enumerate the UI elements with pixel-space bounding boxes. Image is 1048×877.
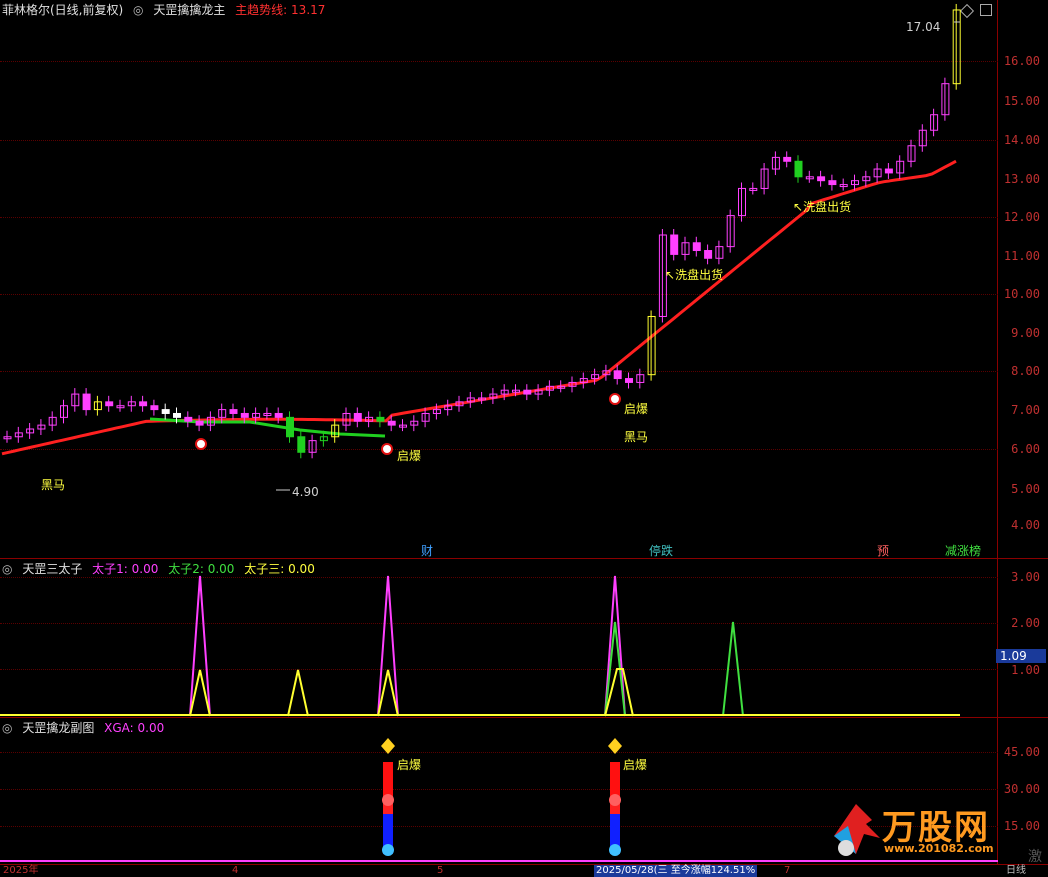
high-price-label: 17.04 [906, 20, 941, 34]
logo-arrow-icon [834, 804, 880, 856]
event-yu[interactable]: 预 [876, 542, 890, 559]
taizi2-spike [722, 621, 744, 717]
gem-icon [609, 844, 621, 856]
month-label: 4 [232, 865, 239, 876]
candle-body [670, 234, 679, 255]
candle-body [161, 409, 170, 414]
candle-body [817, 176, 826, 182]
xipan-label: ↖洗盘出货 [793, 200, 852, 214]
candlestick-chart[interactable] [0, 0, 998, 558]
candle-body [523, 389, 532, 395]
heima-label: 黑马 [41, 478, 66, 492]
month-label: 5 [437, 865, 444, 876]
tick: 13.00 [1003, 172, 1040, 186]
tick: 2.00 [1011, 616, 1040, 630]
buy-signal-icon [195, 438, 207, 450]
xipan-text: 洗盘出货 [803, 200, 852, 214]
candle-body [82, 393, 91, 411]
buy-signal-icon [609, 393, 621, 405]
event-caibao[interactable]: 财 [420, 542, 434, 559]
cursor-value: 1.09 [996, 649, 1046, 663]
period-label[interactable]: 日线 [1006, 865, 1026, 877]
candle-body [692, 242, 701, 252]
candle-body [613, 370, 622, 380]
heima-label: 黑马 [624, 430, 649, 444]
sanzi-chart[interactable] [0, 559, 998, 717]
brand-logo: 万股网 www.201082.com [826, 796, 1048, 864]
qibao-label: 启爆 [397, 758, 422, 772]
tick: 15.00 [1003, 94, 1040, 108]
xipan-label: ↖洗盘出货 [665, 268, 724, 282]
diamond-icon [608, 738, 622, 754]
candle-body [286, 416, 294, 438]
candle-body [704, 250, 713, 259]
tick: 5.00 [1011, 482, 1040, 496]
taizi1-spike [189, 575, 211, 717]
qibao-label: 启爆 [397, 449, 422, 463]
sanzi-axis: 3.00 2.00 1.00 1.09 [996, 559, 1048, 717]
tick: 8.00 [1011, 364, 1040, 378]
candle-body [625, 378, 633, 383]
candle-body [229, 409, 238, 414]
tick: 6.00 [1011, 442, 1040, 456]
logo-url-text: www.201082.com [884, 842, 994, 855]
tick: 10.00 [1003, 287, 1040, 301]
qibao-label: 启爆 [624, 402, 649, 416]
candle-body [173, 412, 181, 418]
candle-body [828, 180, 837, 186]
tick: 9.00 [1011, 326, 1040, 340]
taizi3-spike [287, 669, 309, 717]
buy-signal-icon [381, 443, 393, 455]
tick: 11.00 [1003, 249, 1040, 263]
low-price-label: 4.90 [292, 485, 319, 499]
candle-body [387, 420, 396, 426]
candle-body [184, 416, 193, 422]
tick: 12.00 [1003, 210, 1040, 224]
tick: 3.00 [1011, 570, 1040, 584]
gem-icon [382, 794, 394, 806]
candle-body [783, 156, 792, 162]
qinlong-pane[interactable]: ◎ 天罡擒龙副图 XGA: 0.00 45.00 30.00 15.00 启爆 … [0, 718, 1048, 864]
tick: 45.00 [1003, 745, 1040, 759]
tick: 16.00 [1003, 54, 1040, 68]
main-price-axis: 16.00 15.00 14.00 13.00 12.00 11.00 10.0… [997, 0, 1048, 558]
tick: 7.00 [1011, 403, 1040, 417]
tick: 30.00 [1003, 782, 1040, 796]
candle-body [376, 416, 385, 422]
candle-body [105, 401, 114, 407]
date-axis: 2025年 4 5 2025/05/28(三 至今涨幅124.51% 7 日线 … [0, 850, 1048, 877]
tick: 1.00 [1011, 663, 1040, 677]
qibao-label: 启爆 [623, 758, 648, 772]
year-label: 2025年 [3, 865, 39, 876]
tick: 14.00 [1003, 133, 1040, 147]
watermark-char: 激 [1028, 849, 1042, 865]
candle-body [794, 160, 803, 178]
candle-body [884, 168, 893, 174]
candle-body [274, 412, 283, 418]
gem-icon [609, 794, 621, 806]
cursor-date-info: 2025/05/28(三 至今涨幅124.51% [594, 865, 758, 877]
candle-body [195, 420, 204, 426]
diamond-icon [381, 738, 395, 754]
month-label: 7 [784, 865, 791, 876]
taizi1-spike [377, 575, 399, 717]
gem-icon [382, 844, 394, 856]
candle-body [353, 412, 362, 422]
sanzi-pane[interactable]: ◎ 天罡三太子 太子1: 0.00 太子2: 0.00 太子三: 0.00 3.… [0, 559, 1048, 717]
event-jianzhangbang[interactable]: 减涨榜 [944, 542, 982, 559]
candle-body [240, 412, 249, 418]
candle-body [139, 401, 148, 407]
candle-body [150, 405, 159, 411]
candle-body [297, 436, 306, 453]
event-tingdie[interactable]: 停跌 [648, 542, 674, 559]
xipan-text: 洗盘出货 [675, 268, 724, 282]
main-chart-pane[interactable]: 菲林格尔(日线,前复权) ◎ 天罡擒擒龙主 主趋势线: 13.17 16.00 … [0, 0, 1048, 558]
tick: 4.00 [1011, 518, 1040, 532]
